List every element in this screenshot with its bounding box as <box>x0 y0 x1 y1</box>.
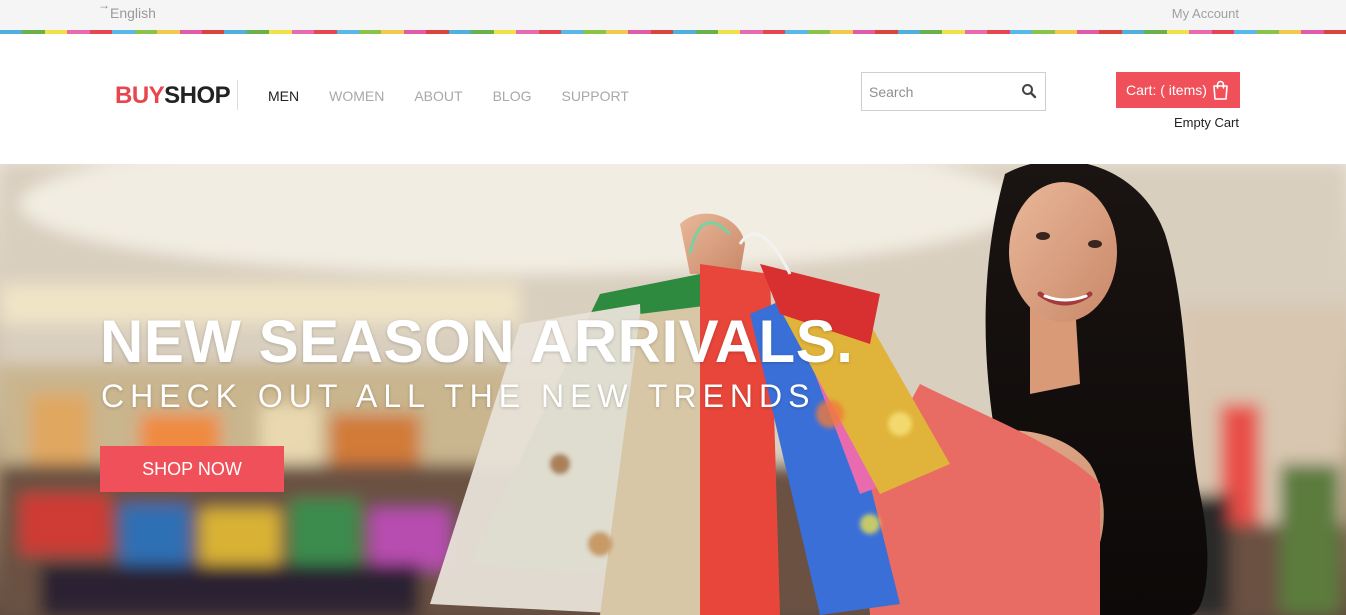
search-input[interactable] <box>862 73 1012 110</box>
logo-buy-text: BUY <box>115 82 165 109</box>
logo-divider <box>237 80 238 110</box>
nav-item-women[interactable]: WOMEN <box>329 88 384 104</box>
language-label[interactable]: English <box>110 5 156 21</box>
shopping-bag-icon <box>1212 80 1229 100</box>
site-header: BUYSHOP MEN WOMEN ABOUT BLOG SUPPORT Cart: (… <box>0 34 1346 164</box>
cart-button[interactable]: Cart: ( items) <box>1116 72 1240 108</box>
main-nav: MEN WOMEN ABOUT BLOG SUPPORT <box>268 88 659 104</box>
my-account-link[interactable]: My Account <box>1172 6 1239 21</box>
language-arrow-icon: → <box>98 0 110 12</box>
logo-shop-text: SHOP <box>164 82 231 109</box>
search-icon[interactable] <box>1021 83 1037 99</box>
top-bar: → English My Account <box>0 0 1346 30</box>
hero-banner: NEW SEASON ARRIVALS. CHECK OUT ALL THE N… <box>0 164 1346 615</box>
cart-label: Cart: ( items) <box>1126 82 1207 98</box>
search-box <box>861 72 1046 111</box>
shop-now-button[interactable]: SHOP NOW <box>100 446 284 492</box>
nav-item-blog[interactable]: BLOG <box>493 88 532 104</box>
site-logo[interactable]: BUYSHOP <box>115 82 231 110</box>
nav-item-men[interactable]: MEN <box>268 88 299 104</box>
hero-subtitle: CHECK OUT ALL THE NEW TRENDS <box>101 378 816 414</box>
empty-cart-link[interactable]: Empty Cart <box>1174 115 1239 130</box>
hero-title: NEW SEASON ARRIVALS. <box>100 308 854 375</box>
nav-item-about[interactable]: ABOUT <box>414 88 462 104</box>
nav-item-support[interactable]: SUPPORT <box>561 88 628 104</box>
